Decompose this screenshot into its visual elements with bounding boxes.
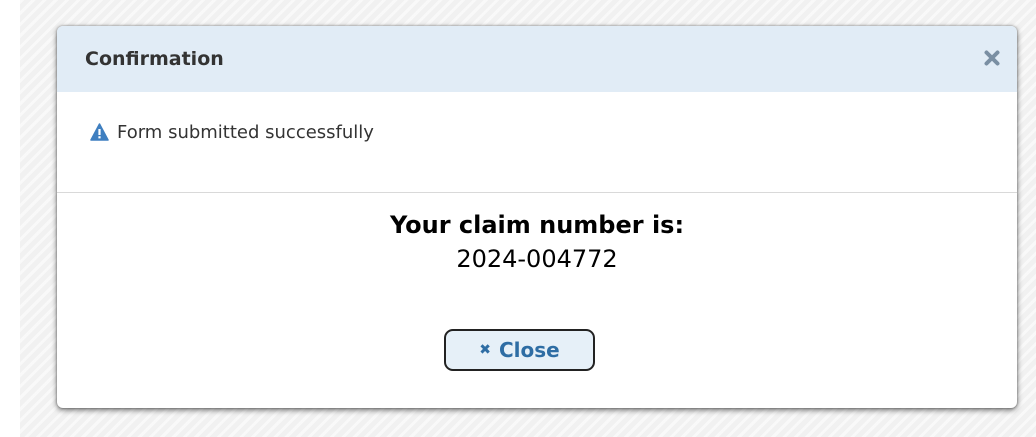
dialog-titlebar: Confirmation <box>57 26 1017 92</box>
close-button[interactable]: ✖ Close <box>444 329 595 371</box>
close-button-label: Close <box>498 338 560 362</box>
confirmation-dialog: Confirmation Form submitted successfully… <box>57 26 1017 408</box>
close-icon: ✖ <box>479 342 491 358</box>
dialog-close-icon[interactable] <box>981 47 1003 69</box>
close-icon <box>984 50 1000 66</box>
claim-number: 2024-004772 <box>456 245 618 273</box>
message-row: Form submitted successfully <box>90 120 374 144</box>
dialog-title: Confirmation <box>85 48 224 70</box>
divider <box>57 192 1017 193</box>
claim-label: Your claim number is: <box>389 211 685 239</box>
warning-icon <box>90 123 109 141</box>
status-message: Form submitted successfully <box>117 121 374 143</box>
